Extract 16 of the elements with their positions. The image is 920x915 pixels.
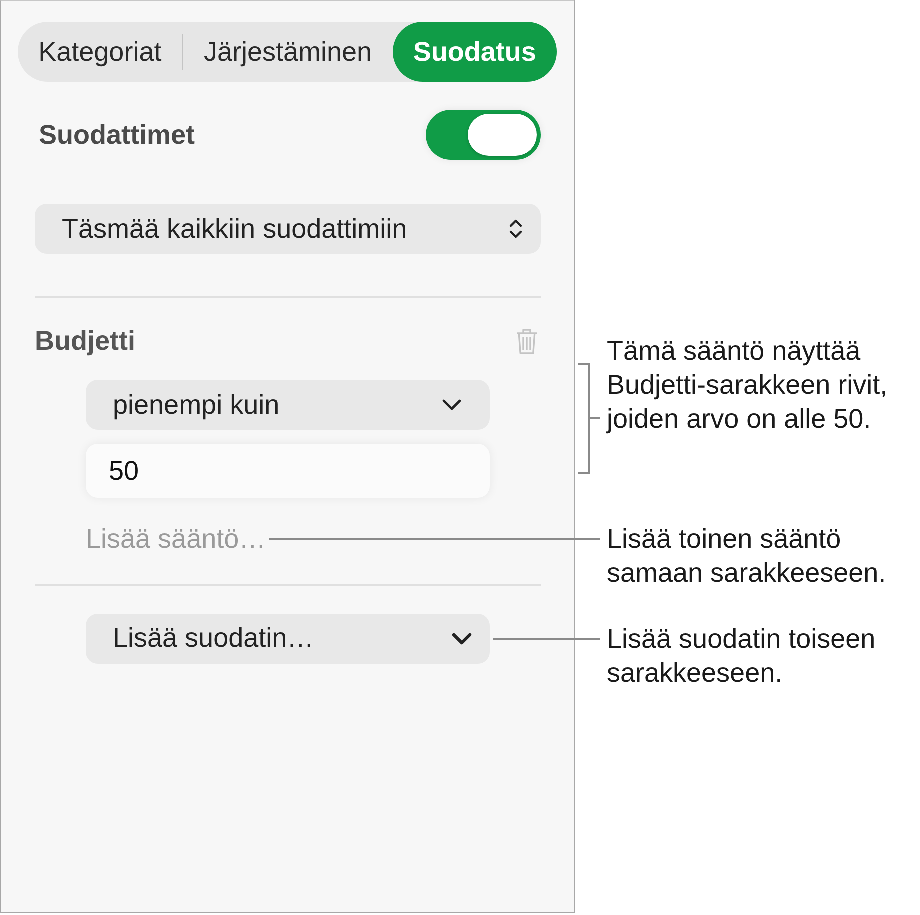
tab[interactable]: Kategoriat: [18, 22, 182, 82]
rule-select[interactable]: pienempi kuin: [86, 380, 490, 430]
callout-text: Lisää suodatin toiseen sarakkeeseen.: [607, 622, 876, 690]
chevron-updown-icon: [509, 218, 523, 240]
column-title: Budjetti: [35, 324, 136, 358]
chevron-down-icon: [442, 399, 462, 411]
filters-toggle[interactable]: [426, 110, 541, 160]
chevron-down-icon: [452, 632, 472, 644]
value-field[interactable]: 50: [86, 444, 490, 498]
callout-text: Tämä sääntö näyttää Budjetti-sarakkeen rivit, joiden arvo on alle 50.: [607, 334, 888, 436]
add-filter-select[interactable]: Lisää suodatin…: [86, 614, 490, 664]
tab[interactable]: Suodatus: [392, 22, 557, 82]
match-select[interactable]: Täsmää kaikkiin suodattimiin: [35, 204, 541, 254]
tab[interactable]: Järjestäminen: [183, 22, 393, 82]
filters-label: Suodattimet: [39, 118, 196, 152]
callout-text: Lisää toinen sääntö samaan sarakkeeseen.: [607, 523, 886, 590]
